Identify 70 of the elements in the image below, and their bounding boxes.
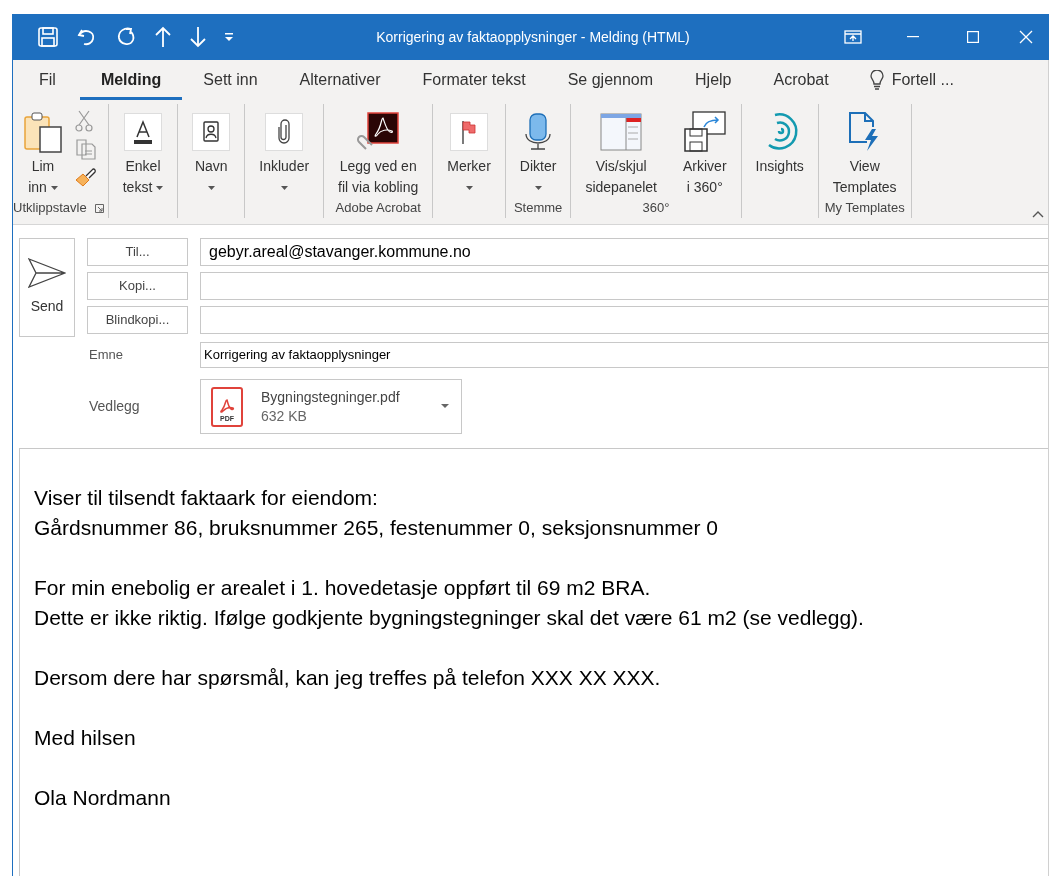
lightbulb-icon xyxy=(869,70,884,90)
body-text-line: Med hilsen xyxy=(34,725,137,751)
ribbon-button[interactable]: Legg ved en fil via kobling xyxy=(328,108,429,198)
ribbon-button[interactable]: Arkiver i 360° xyxy=(673,108,737,198)
ribbon-button[interactable]: Navn xyxy=(182,108,241,198)
subject-label: Emne xyxy=(88,346,124,365)
recipient-button[interactable]: Til... xyxy=(87,238,188,266)
attachment-size: 632 KB xyxy=(261,406,308,426)
clipboard-icon xyxy=(23,111,63,153)
attachment-label: Vedlegg xyxy=(88,397,141,416)
body-text-line: Viser til tilsendt faktaark for eiendom: xyxy=(34,485,379,511)
send-button[interactable]: Send xyxy=(19,238,75,337)
group-label: Utklippstavle xyxy=(13,199,87,218)
subject-field[interactable]: Korrigering av faktaopplysninger xyxy=(200,342,1048,368)
send-icon xyxy=(28,258,66,288)
body-text-line: Dette er ikke riktig. Ifølge godkjente bygningstegninger skal det være 61 m2 (se vedlegg). xyxy=(34,605,865,631)
ribbon-button[interactable]: View Templates xyxy=(822,108,907,198)
tell-me-search[interactable]: Fortell ... xyxy=(891,68,954,92)
recipient-field[interactable]: gebyr.areal@stavanger.kommune.no xyxy=(200,238,1048,266)
address-book-icon xyxy=(192,113,231,151)
microphone-icon xyxy=(524,112,553,152)
recipient-button[interactable]: Blindkopi... xyxy=(87,306,188,334)
ribbon-button[interactable]: Lim inn xyxy=(13,108,73,198)
close-icon[interactable] xyxy=(1019,30,1033,44)
ribbon-display-icon[interactable] xyxy=(844,30,862,44)
ribbon-tab[interactable]: Sett inn xyxy=(182,60,279,100)
ribbon-tab[interactable]: Se gjennom xyxy=(546,60,675,100)
caret-icon[interactable] xyxy=(441,404,449,409)
collapse-ribbon-icon[interactable] xyxy=(1032,210,1044,218)
ribbon-button[interactable]: Dikter xyxy=(509,108,567,198)
paperclip-icon xyxy=(265,113,304,151)
redo-icon[interactable] xyxy=(115,26,137,48)
recipient-field[interactable] xyxy=(200,306,1048,334)
ribbon-tab[interactable]: Formater tekst xyxy=(401,60,547,100)
body-text-line: Gårdsnummer 86, bruksnummer 265, festenummer 0, seksjonsnummer 0 xyxy=(34,515,719,541)
side-panel-icon xyxy=(600,112,643,152)
ribbon-button[interactable]: Insights xyxy=(745,108,814,177)
body-text-line: For min enebolig er arealet i 1. hovedetasje oppført til 69 m2 BRA. xyxy=(34,575,652,601)
ribbon-button[interactable]: Inkluder xyxy=(249,108,320,198)
dialog-launcher-icon[interactable] xyxy=(94,203,104,213)
down-arrow-icon[interactable] xyxy=(189,26,207,48)
ribbon-tab[interactable]: Acrobat xyxy=(752,60,850,100)
group-label: 360° xyxy=(642,199,670,218)
ribbon-button[interactable]: Merker xyxy=(437,108,501,198)
format-painter-icon[interactable] xyxy=(75,166,97,188)
group-label: Adobe Acrobat xyxy=(335,199,421,218)
group-label: Stemme xyxy=(513,199,563,218)
ribbon-tab[interactable]: Fil xyxy=(25,60,80,100)
minimize-icon[interactable] xyxy=(907,36,919,38)
archive-icon xyxy=(683,111,726,153)
recipient-field[interactable] xyxy=(200,272,1048,300)
message-body[interactable] xyxy=(19,448,1048,876)
attachment-name: Bygningstegninger.pdf xyxy=(261,387,401,407)
window-title: Korrigering av faktaopplysninger - Melding (HTML) xyxy=(375,27,691,47)
body-text-line: Dersom dere har spørsmål, kan jeg treffes på telefon XXX XX XXX. xyxy=(34,665,662,691)
ribbon-button[interactable]: Vis/skjul sidepanelet xyxy=(575,108,667,198)
acrobat-attach-icon xyxy=(356,112,401,152)
ribbon-button[interactable]: Enkel tekst xyxy=(112,108,174,198)
recipient-button[interactable]: Kopi... xyxy=(87,272,188,300)
up-arrow-icon[interactable] xyxy=(154,26,172,48)
maximize-icon[interactable] xyxy=(967,31,979,43)
customize-icon[interactable] xyxy=(224,32,234,42)
save-icon[interactable] xyxy=(37,26,59,48)
ribbon-tab[interactable]: Hjelp xyxy=(674,60,753,100)
group-label: My Templates xyxy=(824,199,905,218)
flag-icon xyxy=(450,113,489,151)
ribbon-tab[interactable]: Melding xyxy=(79,60,183,100)
ribbon-tab[interactable]: Alternativer xyxy=(278,60,402,100)
text-style-icon xyxy=(124,113,162,151)
body-text-line: Ola Nordmann xyxy=(34,785,172,811)
